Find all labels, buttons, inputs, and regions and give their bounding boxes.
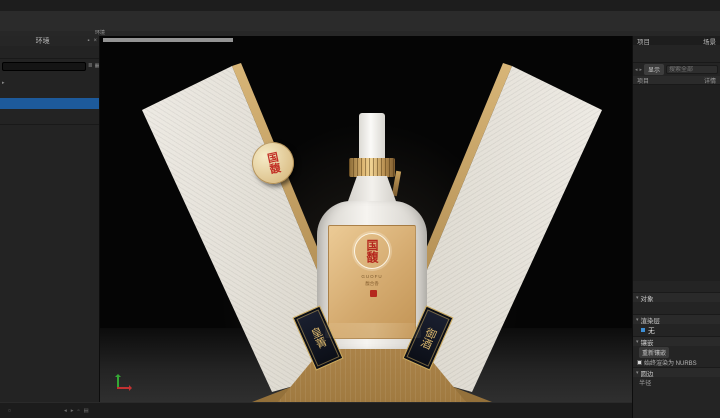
- checkbox-icon[interactable]: [637, 360, 642, 365]
- tessellation-section-header[interactable]: ▾ 镶嵌: [633, 336, 720, 346]
- object-section-title: 对象: [641, 293, 654, 303]
- retessellate-button[interactable]: 重新镶嵌: [639, 347, 669, 358]
- caret-icon: ▾: [636, 295, 639, 301]
- close-icon[interactable]: ×: [91, 38, 99, 44]
- layer-color-icon: [641, 328, 645, 332]
- toolbar: [0, 11, 720, 31]
- caret-icon: ▾: [636, 370, 639, 376]
- list-view-icon[interactable]: ≣: [88, 63, 93, 69]
- render-nurbs-row: 始终渲染为 NURBS: [633, 358, 720, 367]
- keyshot-window: 环境 环境 ▪ × ≣ ▦ ▥ ▸: [0, 0, 720, 418]
- pager-next-icon[interactable]: ▸: [71, 408, 74, 414]
- x-axis-icon: [117, 387, 131, 389]
- pager-small-icon[interactable]: ▫: [78, 408, 80, 414]
- bottle-brand-characters: 国馥: [366, 239, 378, 263]
- medallion-text: 国馥: [263, 151, 283, 176]
- bottle-label-ring: 国馥: [354, 233, 390, 269]
- render-layer-value: 无: [648, 325, 655, 335]
- render-stats-overlay: [103, 38, 233, 42]
- environment-folder-list: ▸: [0, 73, 99, 125]
- round-edges-title: 圆边: [641, 368, 654, 378]
- render-layer-row[interactable]: 无: [633, 324, 720, 336]
- bottle-neck: [347, 176, 397, 204]
- scene-panel-title: 场景: [703, 36, 716, 46]
- column-item: 项目: [637, 76, 649, 85]
- forward-arrow-icon[interactable]: ▸: [640, 67, 643, 73]
- axis-gizmo: [114, 370, 136, 392]
- environment-search-input[interactable]: [2, 62, 86, 71]
- environment-selected-item[interactable]: [0, 98, 99, 109]
- show-filter-button[interactable]: 显示: [644, 64, 664, 75]
- pager-prev-icon[interactable]: ◂: [64, 408, 67, 414]
- property-subtabs: [633, 281, 720, 292]
- bottle-cap[interactable]: [359, 113, 385, 159]
- viewport-3d[interactable]: 国馥 GUOFU 馥合香 皇菁 御酒 国馥: [100, 36, 632, 402]
- bottle-brand-latin: GUOFU: [329, 274, 415, 279]
- tessellation-title: 镶嵌: [641, 337, 654, 347]
- sidebar-tabs: [0, 46, 99, 59]
- scene-search-input[interactable]: [666, 65, 718, 74]
- sidebar-search-row: ≣ ▦ ▥: [0, 59, 99, 73]
- sidebar-title: 环境: [0, 36, 85, 46]
- bottle-neck-band: [349, 158, 395, 177]
- project-panel-header: 项目 场景: [633, 36, 720, 45]
- caret-icon: ▸: [2, 80, 5, 86]
- pager-large-icon[interactable]: ▤: [83, 408, 88, 414]
- thumbnail-pager: ◂ ▸ ▫ ▤: [64, 408, 89, 414]
- red-seal-icon: [370, 290, 377, 297]
- scene-tree: [633, 85, 720, 281]
- radius-label: 半径: [639, 378, 651, 387]
- embossed-gold-band: [325, 323, 421, 338]
- caret-icon: ▾: [636, 317, 639, 323]
- render-layer-title: 渲染层: [641, 315, 661, 325]
- bottle-flavor-text: 馥合香: [329, 281, 415, 287]
- object-section-header[interactable]: ▾ 对象: [633, 292, 720, 302]
- render-nurbs-label: 始终渲染为 NURBS: [644, 358, 697, 367]
- caret-icon: ▾: [636, 339, 639, 345]
- bottle-label: 国馥 GUOFU 馥合香: [328, 225, 416, 339]
- project-tabs: [633, 45, 720, 63]
- object-buttons: [633, 302, 720, 314]
- project-panel-title: 项目: [637, 36, 650, 46]
- environment-folder-row[interactable]: ▸: [0, 77, 99, 88]
- liquor-bottle[interactable]: 国馥 GUOFU 馥合香: [317, 113, 427, 349]
- menubar: [0, 0, 720, 11]
- render-layer-section-header[interactable]: ▾ 渲染层: [633, 314, 720, 324]
- scene-tree-column-headers: 项目 详情: [633, 76, 720, 85]
- round-edges-section-header[interactable]: ▾ 圆边: [633, 367, 720, 377]
- project-panel: 项目 场景 ◂ ▸ 显示 项目 详情 ▾ 对象 ▾ 渲染层 无: [632, 36, 720, 418]
- status-bar: ▫ ◂ ▸ ▫ ▤: [0, 402, 632, 418]
- scene-filter-row: ◂ ▸ 显示: [633, 63, 720, 76]
- sidebar-title-bar: 环境 ▪ ×: [0, 36, 99, 46]
- column-detail: 详情: [704, 76, 716, 85]
- back-arrow-icon[interactable]: ◂: [635, 67, 638, 73]
- environment-library-panel: 环境 ▪ × ≣ ▦ ▥ ▸: [0, 36, 100, 402]
- panel-toggle-icon[interactable]: ▫: [8, 406, 11, 416]
